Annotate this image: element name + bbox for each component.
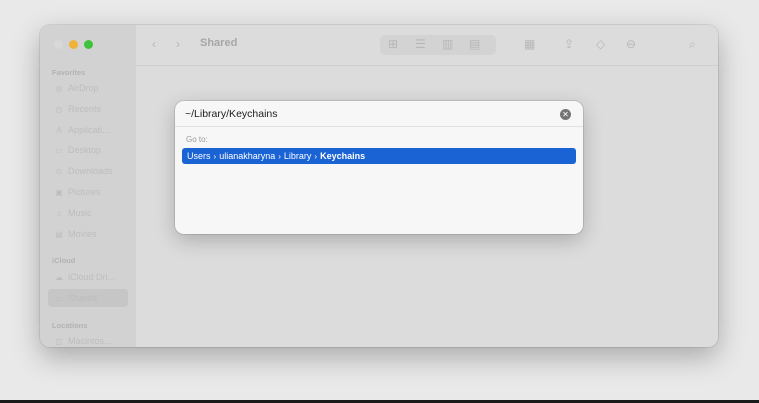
airdrop-icon: ◎ <box>55 83 63 93</box>
sidebar-item-pictures[interactable]: ▣ Pictures <box>48 183 128 201</box>
icon-view-icon[interactable]: ⊞ <box>388 37 398 51</box>
sidebar-item-label: Movies <box>68 229 97 239</box>
close-window-button[interactable] <box>54 40 63 49</box>
path-input[interactable] <box>175 101 583 127</box>
crumb-keychains: Keychains <box>320 151 366 161</box>
sidebar-item-label: Shared <box>68 293 98 303</box>
action-menu-icon[interactable]: ⊖ <box>626 37 636 51</box>
clear-icon[interactable]: ✕ <box>560 109 571 120</box>
sidebar: Favorites ◎ AirDrop ◷ Recents A Applicati..… <box>40 25 136 347</box>
sidebar-item-music[interactable]: ♫ Music <box>48 204 128 222</box>
sidebar-section-favorites: Favorites <box>52 68 86 77</box>
sidebar-section-locations: Locations <box>52 321 88 330</box>
sidebar-item-applications[interactable]: A Applicati... <box>48 121 128 139</box>
sidebar-item-movies[interactable]: ▤ Movies <box>48 225 128 243</box>
sidebar-item-label: Desktop <box>68 145 102 155</box>
sidebar-item-label: iCloud Dri... <box>68 272 116 282</box>
sidebar-item-airdrop[interactable]: ◎ AirDrop <box>48 79 128 97</box>
sidebar-item-label: Downloads <box>68 166 113 176</box>
chevron-right-icon: › <box>213 151 217 161</box>
download-icon: ⊙ <box>55 166 63 176</box>
sidebar-item-recents[interactable]: ◷ Recents <box>48 100 128 118</box>
shared-folder-icon: ▭ <box>55 293 63 303</box>
crumb-users: Users <box>187 151 211 161</box>
gallery-view-icon[interactable]: ▤ <box>469 37 480 51</box>
search-icon[interactable]: ⌕ <box>689 37 696 51</box>
movies-icon: ▤ <box>55 229 63 239</box>
sidebar-item-shared[interactable]: ▭ Shared <box>48 289 128 307</box>
crumb-username: ulianakharyna <box>219 151 276 161</box>
zoom-window-button[interactable] <box>84 40 93 49</box>
group-by-icon[interactable]: ▦ <box>524 37 535 51</box>
music-icon: ♫ <box>56 208 62 218</box>
forward-icon[interactable]: › <box>176 37 180 51</box>
pictures-icon: ▣ <box>55 187 63 197</box>
goto-label: Go to: <box>186 135 208 144</box>
chevron-right-icon: › <box>278 151 281 161</box>
chevron-right-icon: › <box>314 151 318 161</box>
column-view-icon[interactable]: ▥ <box>442 37 453 51</box>
sidebar-item-label: Recents <box>68 104 102 114</box>
path-suggestion[interactable]: Users › ulianakharyna › Library › Keycha… <box>182 148 576 164</box>
applications-icon: A <box>56 125 62 135</box>
clock-icon: ◷ <box>55 104 63 114</box>
goto-folder-dialog: ✕ Go to: Users › ulianakharyna › Library… <box>175 101 583 234</box>
disk-icon: ◫ <box>55 336 63 346</box>
tag-icon[interactable]: ◇ <box>596 37 605 51</box>
crumb-library: Library <box>283 151 312 161</box>
sidebar-item-label: Pictures <box>68 187 101 197</box>
sidebar-section-icloud: iCloud <box>52 256 76 265</box>
sidebar-item-macintosh-hd[interactable]: ◫ Macintos... <box>48 332 128 347</box>
toolbar: ‹ › Shared ⊞ ☰ ▥ ▤ ▦ ⇪ ◇ ⊖ ⌕ <box>136 25 718 66</box>
cloud-icon: ☁ <box>55 272 63 282</box>
sidebar-item-label: Applicati... <box>68 125 110 135</box>
sidebar-item-downloads[interactable]: ⊙ Downloads <box>48 162 128 180</box>
window-title: Shared <box>200 37 238 49</box>
back-icon[interactable]: ‹ <box>152 37 156 51</box>
share-icon[interactable]: ⇪ <box>564 37 574 51</box>
sidebar-item-desktop[interactable]: ▭ Desktop <box>48 141 128 159</box>
sidebar-item-label: Macintos... <box>68 336 112 346</box>
sidebar-item-label: Music <box>68 208 92 218</box>
list-view-icon[interactable]: ☰ <box>415 37 426 51</box>
sidebar-item-icloud-drive[interactable]: ☁ iCloud Dri... <box>48 268 128 286</box>
desktop-icon: ▭ <box>55 145 63 155</box>
minimize-window-button[interactable] <box>69 40 78 49</box>
sidebar-item-label: AirDrop <box>68 83 99 93</box>
